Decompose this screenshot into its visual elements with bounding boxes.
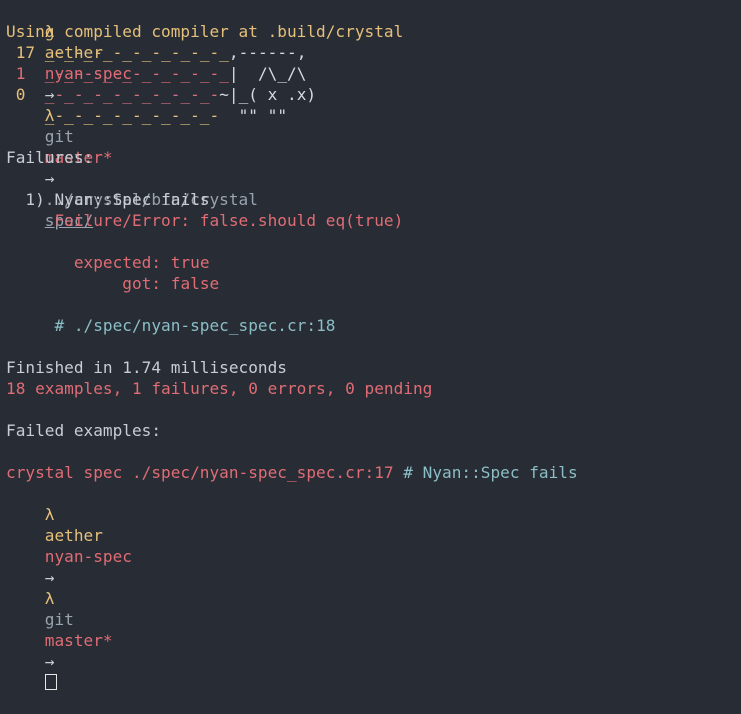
failure-title-line: 1) Nyan::Spec fails — [6, 189, 741, 210]
got-label: got: — [122, 274, 162, 293]
prompt-bottom-arrow-secondary: → — [44, 652, 55, 671]
failed-example-comment: # Nyan::Spec fails — [403, 463, 578, 482]
prompt-bottom-git-branch: master* — [44, 631, 113, 650]
nyan-row-passed: 17 _-_-_-_-_-_-_-_-_-_,------, — [6, 42, 741, 63]
terminal-window[interactable]: λ aether nyan-spec → λ git master* → ../… — [6, 0, 741, 690]
nyan-row-feet: _-_-_-_-_-_-_-_-_- "" "" — [6, 105, 741, 126]
nyan-cat-face: ~|_( x .x) — [219, 85, 317, 104]
got-value: false — [170, 274, 220, 293]
nyan-row-pending: 0 _-_-_-_-_-_-_-_-_-~|_( x .x) — [6, 84, 741, 105]
rainbow-trail-3: _-_-_-_-_-_-_-_-_- — [44, 85, 220, 104]
prompt-bottom-lambda-secondary: λ — [44, 589, 55, 608]
rainbow-trail-4: _-_-_-_-_-_-_-_-_- — [44, 106, 220, 125]
failed-count: 1 — [15, 64, 26, 83]
expected-line: expected: true — [6, 252, 741, 273]
nyan-cat-feet: "" "" — [238, 106, 288, 125]
failure-error-line: Failure/Error: false.should eq(true) — [6, 210, 741, 231]
passed-count: 17 — [15, 43, 36, 62]
prompt-bottom-git-label: git — [44, 610, 74, 629]
prompt-bottom-arrow: → — [44, 568, 55, 587]
failures-header: Failures: — [6, 148, 94, 167]
prompt-arrow-secondary: → — [44, 169, 55, 188]
got-line: got: false — [6, 273, 741, 294]
failure-error: Failure/Error: false.should eq(true) — [54, 211, 404, 230]
shell-prompt-line: λ aether nyan-spec → λ git master* → ../… — [6, 0, 741, 230]
summary-line: 18 examples, 1 failures, 0 errors, 0 pen… — [6, 379, 433, 398]
prompt-bottom-user: aether — [44, 526, 103, 545]
shell-prompt-bottom[interactable]: λ aether nyan-spec → λ git master* → — [6, 483, 741, 690]
prompt-bottom-directory: nyan-spec — [44, 547, 132, 566]
terminal-cursor[interactable] — [44, 674, 57, 690]
expected-value: true — [170, 253, 210, 272]
pending-count: 0 — [15, 85, 26, 104]
nyan-row-failed: 1 _-_-_-_-_-_-_-_-_-_| /\_/\ — [6, 63, 741, 84]
rainbow-trail-2: _-_-_-_-_-_-_-_-_-_ — [44, 64, 229, 83]
finished-line: Finished in 1.74 milliseconds — [6, 358, 287, 377]
rainbow-trail-1: _-_-_-_-_-_-_-_-_-_ — [44, 43, 229, 62]
failure-index: 1) — [25, 190, 45, 209]
prompt-git-label: git — [44, 127, 74, 146]
failed-example-line: crystal spec ./spec/nyan-spec_spec.cr:17… — [6, 462, 741, 483]
failure-title: Nyan::Spec fails — [54, 190, 210, 209]
prompt-bottom-lambda: λ — [44, 505, 55, 524]
nyan-cat-ears: ,------, — [228, 43, 307, 62]
failure-location: # ./spec/nyan-spec_spec.cr:18 — [54, 316, 336, 335]
failed-examples-header: Failed examples: — [6, 421, 162, 440]
failed-example-command: crystal spec ./spec/nyan-spec_spec.cr:17 — [6, 463, 394, 482]
failure-location-line: # ./spec/nyan-spec_spec.cr:18 — [6, 315, 741, 336]
nyan-cat-head: | /\_/\ — [228, 64, 307, 83]
compile-info-line: Using compiled compiler at .build/crysta… — [6, 22, 404, 41]
expected-label: expected: — [73, 253, 162, 272]
